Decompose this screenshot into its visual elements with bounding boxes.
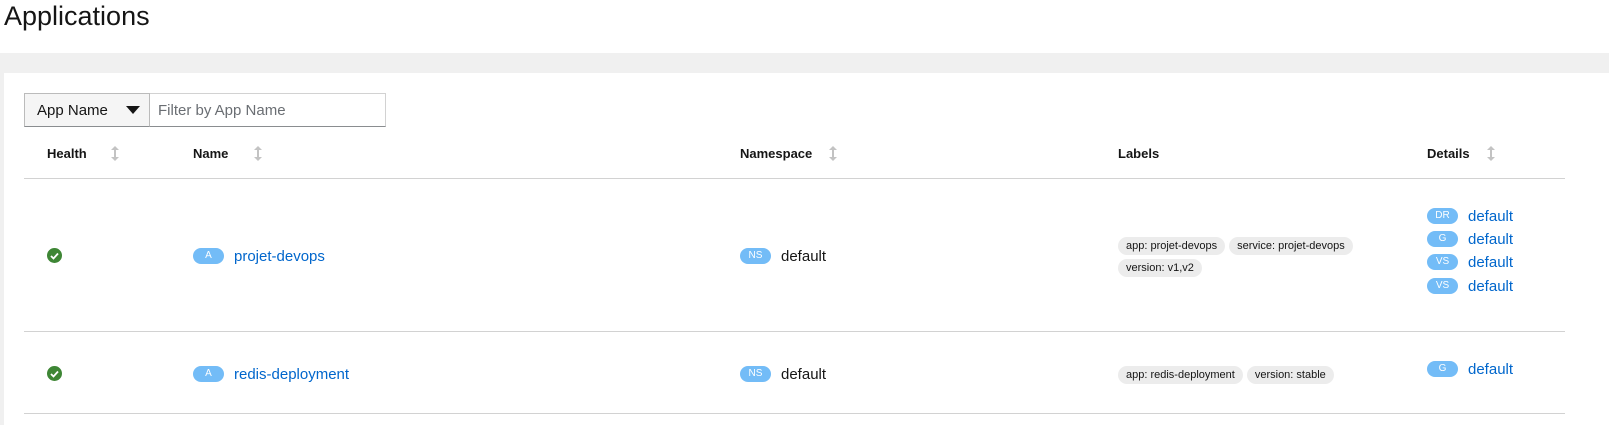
namespace-badge: NS bbox=[740, 366, 771, 382]
virtual-service-badge: VS bbox=[1427, 254, 1458, 270]
detail-link[interactable]: default bbox=[1468, 361, 1513, 378]
healthy-check-icon bbox=[47, 248, 62, 263]
app-badge: A bbox=[193, 248, 224, 264]
label-chip: version: stable bbox=[1246, 366, 1334, 384]
app-name-cell: A redis-deployment bbox=[193, 364, 349, 384]
sort-icon[interactable] bbox=[1486, 146, 1495, 161]
table-header-divider bbox=[24, 178, 1565, 179]
filter-type-label: App Name bbox=[37, 101, 108, 119]
column-header-namespace[interactable]: Namespace bbox=[740, 146, 838, 161]
page-header-divider bbox=[0, 53, 1609, 73]
sort-icon[interactable] bbox=[254, 146, 263, 161]
filter-type-dropdown[interactable]: App Name bbox=[24, 93, 150, 127]
page-title: Applications bbox=[4, 1, 150, 31]
detail-link[interactable]: default bbox=[1468, 231, 1513, 248]
detail-item: G default bbox=[1427, 229, 1513, 249]
label-chip: app: redis-deployment bbox=[1118, 366, 1243, 384]
destination-rule-badge: DR bbox=[1427, 208, 1458, 224]
labels-cell: app: redis-deployment version: stable bbox=[1118, 366, 1388, 384]
gateway-badge: G bbox=[1427, 361, 1458, 377]
detail-item: VS default bbox=[1427, 252, 1513, 272]
namespace-badge: NS bbox=[740, 248, 771, 264]
caret-down-icon bbox=[126, 106, 140, 114]
column-header-health[interactable]: Health bbox=[47, 146, 119, 161]
column-header-labels: Labels bbox=[1118, 146, 1160, 161]
namespace-cell: NS default bbox=[740, 364, 826, 384]
healthy-check-icon bbox=[47, 366, 62, 381]
label-chip: version: v1,v2 bbox=[1118, 259, 1202, 277]
namespace-value: default bbox=[781, 365, 827, 383]
label-chip: app: projet-devops bbox=[1118, 237, 1226, 255]
row-divider bbox=[24, 413, 1565, 414]
namespace-cell: NS default bbox=[740, 246, 826, 266]
gateway-badge: G bbox=[1427, 231, 1458, 247]
detail-item: DR default bbox=[1427, 206, 1513, 226]
app-name-link[interactable]: projet-devops bbox=[234, 248, 325, 265]
row-divider bbox=[24, 331, 1565, 332]
content-left-gutter bbox=[0, 73, 4, 425]
app-name-link[interactable]: redis-deployment bbox=[234, 366, 349, 383]
label-chip: service: projet-devops bbox=[1229, 237, 1353, 255]
virtual-service-badge: VS bbox=[1427, 278, 1458, 294]
sort-icon[interactable] bbox=[829, 146, 838, 161]
detail-item: G default bbox=[1427, 359, 1513, 379]
filter-input[interactable] bbox=[150, 93, 386, 127]
column-header-details[interactable]: Details bbox=[1427, 146, 1495, 161]
detail-link[interactable]: default bbox=[1468, 208, 1513, 225]
detail-link[interactable]: default bbox=[1468, 278, 1513, 295]
sort-icon[interactable] bbox=[110, 146, 119, 161]
app-badge: A bbox=[193, 366, 224, 382]
filter-toolbar: App Name bbox=[24, 93, 386, 127]
column-header-name[interactable]: Name bbox=[193, 146, 263, 161]
detail-link[interactable]: default bbox=[1468, 254, 1513, 271]
namespace-value: default bbox=[781, 247, 827, 265]
app-name-cell: A projet-devops bbox=[193, 246, 325, 266]
detail-item: VS default bbox=[1427, 276, 1513, 296]
labels-cell: app: projet-devops service: projet-devop… bbox=[1118, 237, 1388, 277]
